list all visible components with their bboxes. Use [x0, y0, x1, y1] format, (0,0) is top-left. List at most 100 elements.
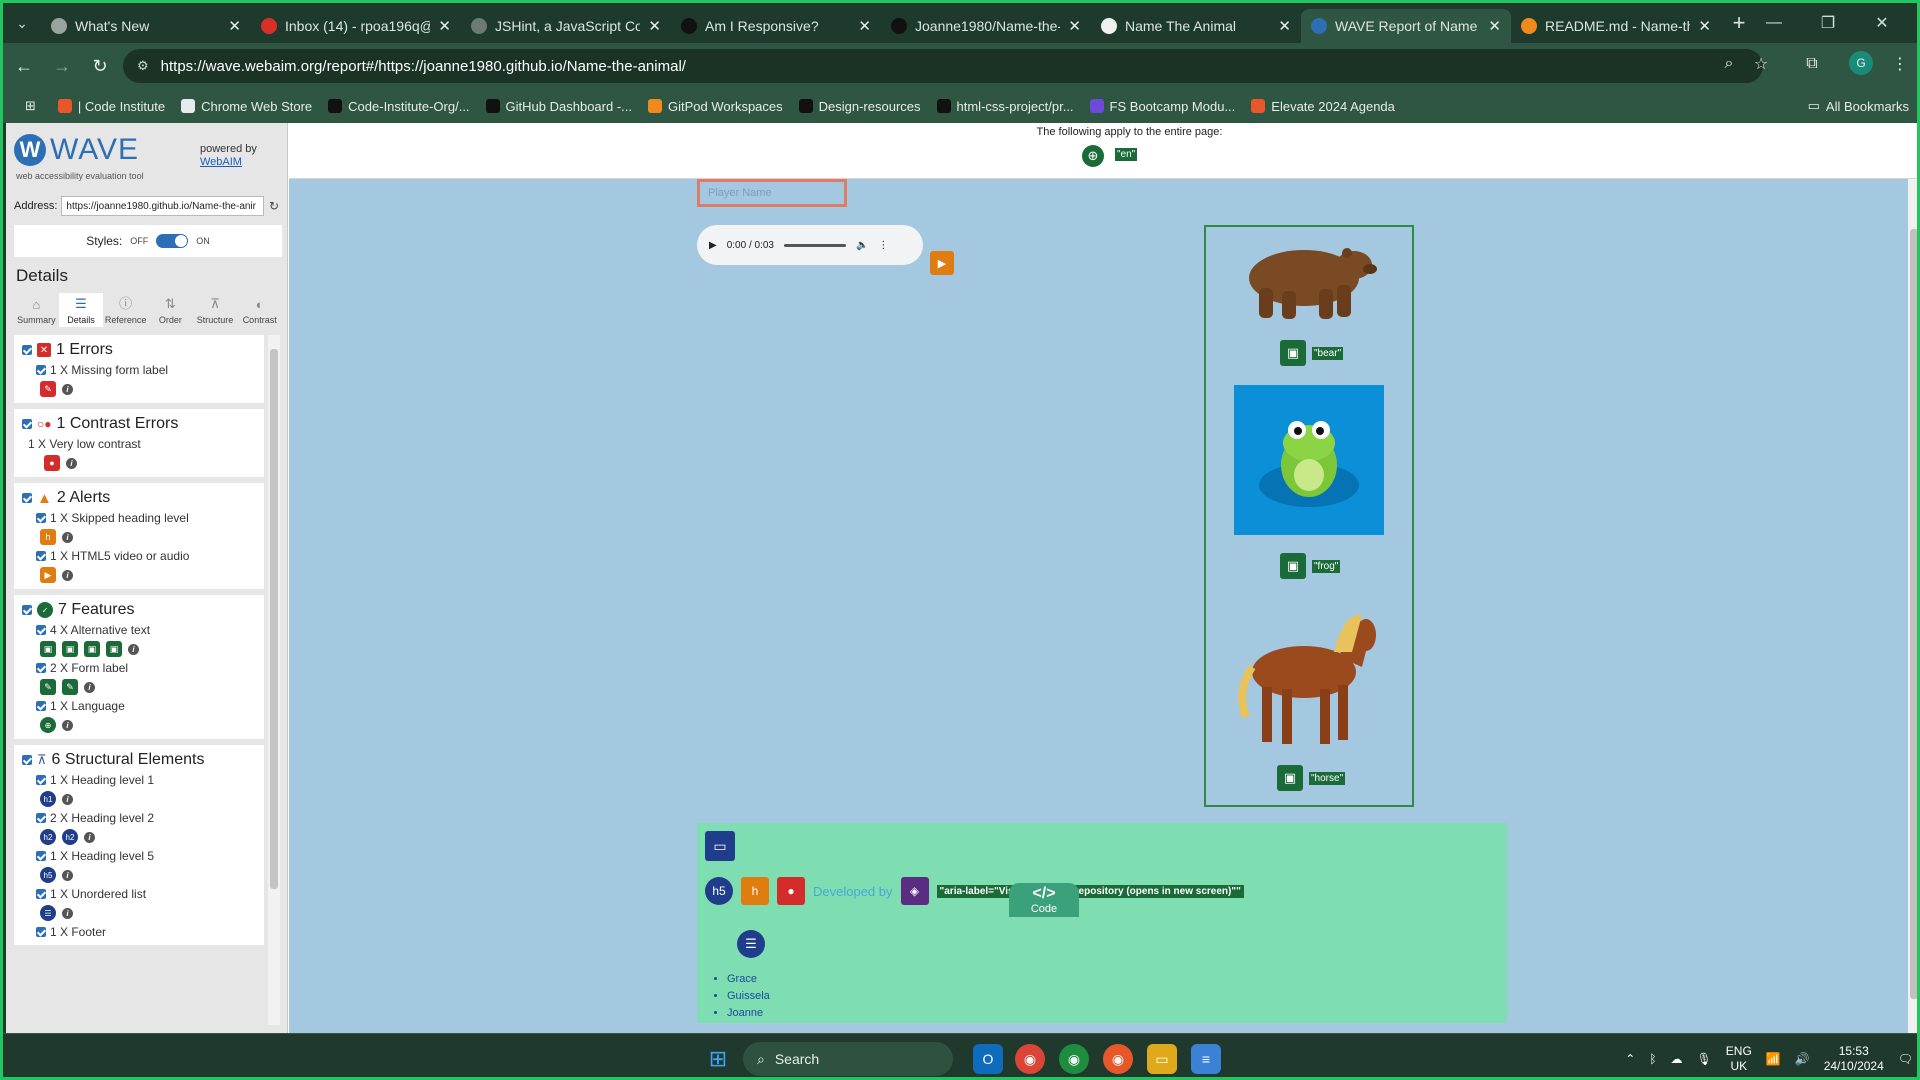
browser-tab[interactable]: Name The Animal ✕ — [1091, 9, 1301, 43]
bear-image[interactable] — [1234, 233, 1384, 323]
bookmark-item[interactable]: Design-resources — [791, 99, 929, 114]
taskbar-search[interactable]: ⌕ Search — [743, 1042, 953, 1076]
browser-tab[interactable]: Am I Responsive? ✕ — [671, 9, 881, 43]
info-icon[interactable]: i — [62, 869, 73, 881]
player-name-input[interactable]: Player Name — [697, 179, 847, 207]
browser-tab[interactable]: What's New ✕ — [41, 9, 251, 43]
item-checkbox[interactable] — [36, 365, 46, 375]
bookmark-item[interactable]: Elevate 2024 Agenda — [1243, 99, 1403, 114]
errors-checkbox[interactable] — [22, 345, 32, 355]
browser-tab[interactable]: Inbox (14) - rpoa196q@st ✕ — [251, 9, 461, 43]
info-icon[interactable]: i — [84, 831, 95, 843]
item-checkbox[interactable] — [36, 889, 46, 899]
info-icon[interactable]: i — [66, 457, 77, 469]
page-scrollbar[interactable] — [1908, 179, 1917, 1033]
refresh-icon[interactable]: ↻ — [266, 199, 282, 213]
info-icon[interactable]: i — [62, 907, 73, 919]
bookmark-item[interactable]: GitHub Dashboard -... — [478, 99, 640, 114]
wave-address-input[interactable]: https://joanne1980.github.io/Name-the-an… — [61, 196, 264, 216]
info-icon[interactable]: i — [62, 793, 73, 805]
heading-1-icon[interactable]: h1 — [40, 791, 56, 807]
missing-label-icon[interactable]: ✎ — [40, 381, 56, 397]
onedrive-icon[interactable]: ☁ — [1671, 1052, 1683, 1066]
microphone-icon[interactable]: 🎙 — [1697, 1052, 1712, 1066]
audio-player[interactable]: ▶ 0:00 / 0:03 🔈 ⋮ — [697, 225, 923, 265]
heading-2-icon[interactable]: h2 — [40, 829, 56, 845]
list-item[interactable]: Joanne — [727, 1005, 770, 1022]
more-options-icon[interactable]: ⋮ — [878, 240, 888, 251]
close-tab-icon[interactable]: ✕ — [438, 17, 451, 35]
alerts-checkbox[interactable] — [22, 493, 32, 503]
all-bookmarks-button[interactable]: ▭ All Bookmarks — [1808, 89, 1909, 123]
low-contrast-icon[interactable]: ● — [777, 877, 805, 905]
item-checkbox[interactable] — [36, 513, 46, 523]
webaim-link[interactable]: WebAIM — [200, 156, 242, 168]
aria-label-icon[interactable]: ◈ — [900, 877, 929, 905]
alt-text-icon[interactable]: ▣ — [106, 641, 122, 657]
scrollbar-thumb[interactable] — [1910, 229, 1917, 999]
info-icon[interactable]: i — [62, 719, 73, 731]
bookmark-item[interactable]: GitPod Workspaces — [640, 99, 791, 114]
features-checkbox[interactable] — [22, 605, 32, 615]
wifi-icon[interactable]: 📶 — [1766, 1052, 1781, 1066]
close-tab-icon[interactable]: ✕ — [648, 17, 661, 35]
alt-text-icon[interactable]: ▣ — [84, 641, 100, 657]
item-checkbox[interactable] — [36, 813, 46, 823]
site-info-icon[interactable]: ⚙ — [137, 58, 149, 74]
show-hidden-icon[interactable]: ⌃ — [1625, 1052, 1635, 1066]
info-icon[interactable]: i — [62, 569, 73, 581]
alt-text-icon[interactable]: ▣ — [1277, 765, 1303, 791]
item-checkbox[interactable] — [36, 701, 46, 711]
info-icon[interactable]: i — [84, 681, 95, 693]
chrome-icon[interactable]: ◉ — [1015, 1044, 1045, 1074]
bookmark-item[interactable]: | Code Institute — [50, 99, 173, 114]
tab-summary[interactable]: ⌂ Summary — [14, 293, 59, 327]
horse-image[interactable] — [1234, 597, 1384, 757]
clock[interactable]: 15:53 24/10/2024 — [1824, 1044, 1884, 1074]
reload-icon[interactable]: ↻ — [83, 49, 117, 83]
audio-progress[interactable] — [783, 243, 846, 247]
language-globe-icon[interactable]: ⊕ — [40, 717, 56, 733]
footer-region-icon[interactable]: ▭ — [705, 831, 735, 861]
bookmark-item[interactable]: Chrome Web Store — [173, 99, 320, 114]
media-alert-icon[interactable]: ▶ — [930, 251, 954, 275]
address-bar[interactable]: ⚙ https://wave.webaim.org/report#/https:… — [123, 49, 1763, 83]
minimize-icon[interactable]: — — [1751, 3, 1797, 43]
info-icon[interactable]: i — [62, 383, 73, 395]
item-checkbox[interactable] — [36, 851, 46, 861]
form-label-icon[interactable]: ✎ — [62, 679, 78, 695]
browser-tab[interactable]: WAVE Report of Name Th ✕ — [1301, 9, 1511, 43]
heading-2-icon[interactable]: h2 — [62, 829, 78, 845]
outlook-icon[interactable]: O — [973, 1044, 1003, 1074]
play-icon[interactable]: ▶ — [709, 240, 717, 251]
tab-details[interactable]: ☰ Details — [58, 293, 104, 327]
notifications-icon[interactable]: 🗨 — [1898, 1052, 1913, 1066]
tab-contrast[interactable]: ◐ Contrast — [237, 293, 282, 327]
close-tab-icon[interactable]: ✕ — [858, 17, 871, 35]
back-arrow-icon[interactable]: ← — [7, 49, 41, 83]
close-tab-icon[interactable]: ✕ — [228, 17, 241, 35]
unordered-list-icon[interactable]: ☰ — [40, 905, 56, 921]
file-explorer-icon[interactable]: ▭ — [1147, 1044, 1177, 1074]
bluetooth-icon[interactable]: ᛒ — [1649, 1052, 1656, 1066]
volume-icon[interactable]: 🔊 — [1795, 1052, 1810, 1066]
code-toggle-button[interactable]: </> Code — [1009, 883, 1079, 917]
item-checkbox[interactable] — [36, 775, 46, 785]
item-checkbox[interactable] — [36, 625, 46, 635]
bookmark-star-icon[interactable]: ☆ — [1746, 49, 1776, 79]
info-icon[interactable]: i — [128, 643, 139, 655]
browser-tab[interactable]: README.md - Name-the- ✕ — [1511, 9, 1721, 43]
close-tab-icon[interactable]: ✕ — [1698, 17, 1711, 35]
unordered-list-icon[interactable]: ☰ — [737, 930, 765, 958]
info-icon[interactable]: i — [62, 531, 73, 543]
list-item[interactable]: Grace — [727, 971, 770, 988]
profile-avatar[interactable]: G — [1849, 51, 1873, 75]
tab-search-chevron-icon[interactable]: ⌄ — [3, 3, 41, 43]
low-contrast-icon[interactable]: ● — [44, 455, 60, 471]
browser-tab[interactable]: Joanne1980/Name-the-ai ✕ — [881, 9, 1091, 43]
zoom-icon[interactable]: ⌕ — [1714, 49, 1744, 79]
list-item[interactable]: Guissela — [727, 988, 770, 1005]
frog-image[interactable] — [1234, 385, 1384, 535]
wave-logo[interactable]: W WAVE — [14, 133, 139, 167]
restore-icon[interactable]: ❐ — [1805, 3, 1851, 43]
